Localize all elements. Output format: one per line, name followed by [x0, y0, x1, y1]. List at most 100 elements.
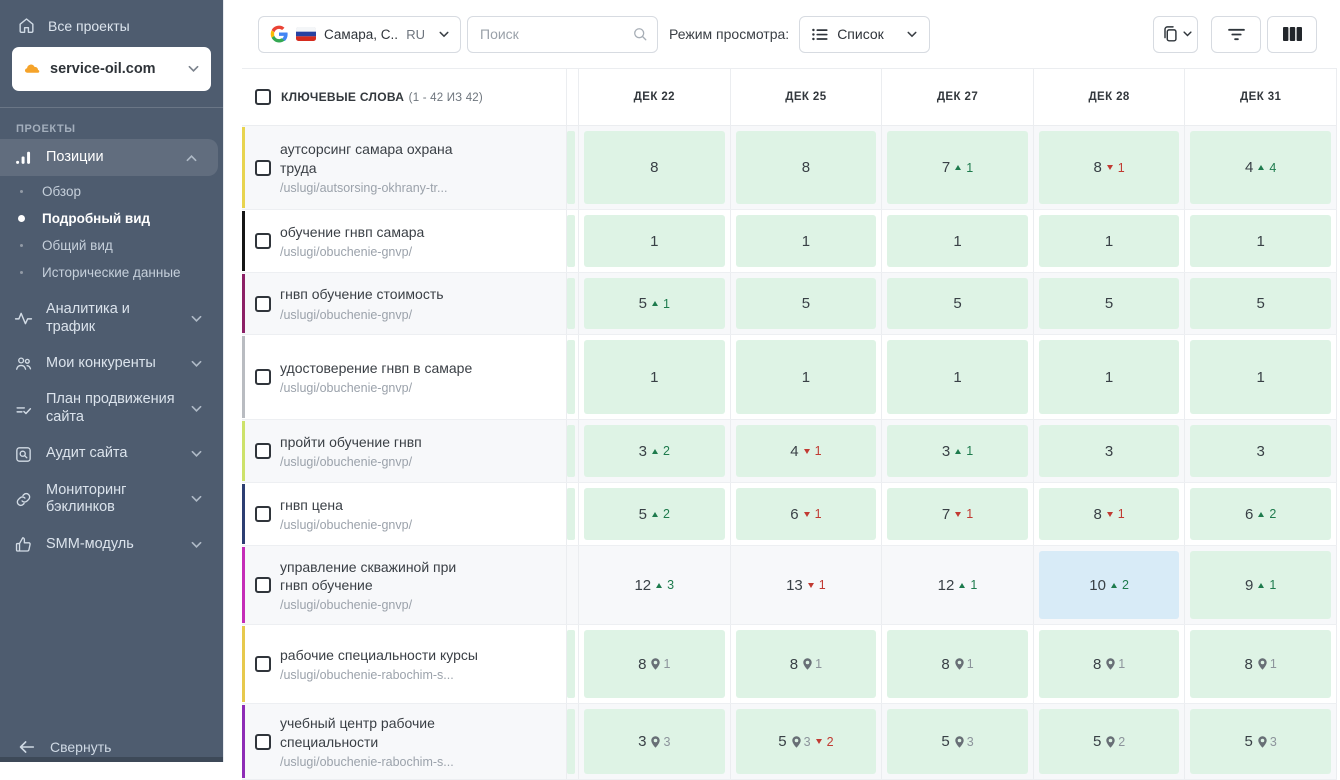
position-cell[interactable]: 53 — [1185, 704, 1337, 779]
table-row: аутсорсинг самара охрана труда/uslugi/au… — [242, 126, 1337, 210]
position-cell[interactable]: 1 — [1034, 335, 1186, 419]
columns-view-button[interactable] — [1267, 16, 1317, 53]
position-cell[interactable]: 1 — [882, 335, 1034, 419]
position-cell[interactable]: 5 — [731, 273, 883, 334]
position-cell[interactable]: 81 — [1034, 126, 1186, 209]
position-value: 1 — [953, 233, 961, 250]
position-cell[interactable]: 61 — [731, 483, 883, 545]
position-cell[interactable]: 102 — [1034, 546, 1186, 624]
position-cell[interactable]: 51 — [579, 273, 731, 334]
row-checkbox[interactable] — [255, 443, 271, 459]
keyword-cell[interactable]: аутсорсинг самара охрана труда/uslugi/au… — [242, 126, 567, 209]
position-cell[interactable]: 32 — [579, 420, 731, 482]
chevron-down-icon — [191, 495, 202, 503]
position-cell[interactable]: 1 — [1185, 335, 1337, 419]
position-cell[interactable]: 8 — [579, 126, 731, 209]
sidebar-subitem-label: Подробный вид — [42, 211, 150, 226]
view-mode-selector[interactable]: Список — [799, 16, 930, 53]
position-cell[interactable]: 532 — [731, 704, 883, 779]
row-checkbox[interactable] — [255, 734, 271, 750]
position-cell[interactable]: 44 — [1185, 126, 1337, 209]
sidebar-subitem-detailed-view[interactable]: Подробный вид — [0, 205, 223, 232]
keyword-color-bar — [242, 626, 245, 702]
project-selector[interactable]: service-oil.com — [12, 47, 211, 91]
copy-button[interactable] — [1153, 16, 1198, 53]
position-cell[interactable]: 71 — [882, 126, 1034, 209]
arrow-up-icon — [955, 165, 961, 170]
sidebar-subitem-historical-data[interactable]: Исторические данные — [0, 259, 223, 286]
sidebar-item-promotion-plan[interactable]: План продвижения сайта — [0, 382, 223, 435]
sidebar-item-smm-module[interactable]: SMM-модуль — [0, 526, 223, 563]
position-cell[interactable]: 71 — [882, 483, 1034, 545]
row-checkbox[interactable] — [255, 577, 271, 593]
position-cell[interactable]: 123 — [579, 546, 731, 624]
keyword-color-bar — [242, 211, 245, 271]
position-cell[interactable]: 1 — [882, 210, 1034, 272]
keyword-cell[interactable]: обучение гнвп самара/uslugi/obuchenie-gn… — [242, 210, 567, 272]
position-cell[interactable]: 5 — [1034, 273, 1186, 334]
position-cell[interactable]: 81 — [1185, 625, 1337, 703]
keyword-cell[interactable]: гнвп цена/uslugi/obuchenie-gnvp/ — [242, 483, 567, 545]
position-cell[interactable]: 81 — [731, 625, 883, 703]
position-cell[interactable]: 62 — [1185, 483, 1337, 545]
position-cell[interactable]: 33 — [579, 704, 731, 779]
position-cell[interactable]: 81 — [882, 625, 1034, 703]
position-cell[interactable]: 31 — [882, 420, 1034, 482]
position-value: 1 — [802, 369, 810, 386]
all-projects-link[interactable]: Все проекты — [0, 0, 223, 35]
select-all-checkbox[interactable] — [255, 89, 271, 105]
keyword-cell[interactable]: удостоверение гнвп в самаре/uslugi/obuch… — [242, 335, 567, 419]
row-checkbox[interactable] — [255, 369, 271, 385]
position-cell[interactable]: 3 — [1034, 420, 1186, 482]
position-cell[interactable]: 81 — [1034, 483, 1186, 545]
search-input[interactable] — [467, 16, 658, 53]
keyword-cell[interactable]: гнвп обучение стоимость/uslugi/obuchenie… — [242, 273, 567, 334]
position-value: 8 — [790, 656, 798, 673]
position-cell[interactable]: 1 — [579, 335, 731, 419]
position-cell[interactable]: 81 — [1034, 625, 1186, 703]
keyword-url: /uslugi/obuchenie-gnvp/ — [280, 455, 478, 469]
row-checkbox[interactable] — [255, 160, 271, 176]
position-cell[interactable]: 52 — [1034, 704, 1186, 779]
chevron-down-icon — [191, 360, 202, 368]
position-cell[interactable]: 5 — [1185, 273, 1337, 334]
position-cell[interactable]: 8 — [731, 126, 883, 209]
keyword-cell[interactable]: учебный центр рабочие специальности/uslu… — [242, 704, 567, 779]
region-selector[interactable]: Самара, С... RU — [258, 16, 461, 53]
row-checkbox[interactable] — [255, 296, 271, 312]
row-checkbox[interactable] — [255, 506, 271, 522]
position-cell[interactable]: 1 — [579, 210, 731, 272]
position-cell[interactable]: 52 — [579, 483, 731, 545]
position-cell[interactable]: 81 — [579, 625, 731, 703]
position-cell[interactable]: 1 — [731, 210, 883, 272]
sidebar-subitem-general-view[interactable]: Общий вид — [0, 232, 223, 259]
position-cell[interactable]: 121 — [882, 546, 1034, 624]
sidebar-item-analytics-traffic[interactable]: Аналитика и трафик — [0, 292, 223, 345]
position-cell[interactable]: 1 — [1034, 210, 1186, 272]
sidebar-item-backlink-monitoring[interactable]: Мониторинг бэклинков — [0, 473, 223, 526]
sidebar-item-site-audit[interactable]: Аудит сайта — [0, 436, 223, 473]
position-value: 1 — [1105, 233, 1113, 250]
filter-button[interactable] — [1211, 16, 1261, 53]
position-cell[interactable]: 5 — [882, 273, 1034, 334]
row-checkbox[interactable] — [255, 656, 271, 672]
sidebar-item-my-competitors[interactable]: Мои конкуренты — [0, 345, 223, 382]
arrow-down-icon — [1107, 165, 1113, 170]
keyword-cell[interactable]: рабочие специальности курсы/uslugi/obuch… — [242, 625, 567, 703]
position-cell[interactable]: 3 — [1185, 420, 1337, 482]
sidebar-subnav: Обзор Подробный вид Общий видИсторические … — [0, 176, 223, 292]
position-cell[interactable]: 41 — [731, 420, 883, 482]
position-cell[interactable]: 91 — [1185, 546, 1337, 624]
position-cell[interactable]: 131 — [731, 546, 883, 624]
row-checkbox[interactable] — [255, 233, 271, 249]
arrow-down-icon — [955, 512, 961, 517]
keyword-color-bar — [242, 127, 245, 208]
position-cell[interactable]: 1 — [731, 335, 883, 419]
keyword-cell[interactable]: управление скважиной при гнвп обучение/u… — [242, 546, 567, 624]
position-cell[interactable]: 1 — [1185, 210, 1337, 272]
sidebar-subitem-overview[interactable]: Обзор — [0, 178, 223, 205]
collapse-sidebar-button[interactable]: Свернуть — [0, 739, 111, 755]
keyword-cell[interactable]: пройти обучение гнвп/uslugi/obuchenie-gn… — [242, 420, 567, 482]
sidebar-item-positions[interactable]: Позиции — [0, 139, 218, 176]
position-cell[interactable]: 53 — [882, 704, 1034, 779]
